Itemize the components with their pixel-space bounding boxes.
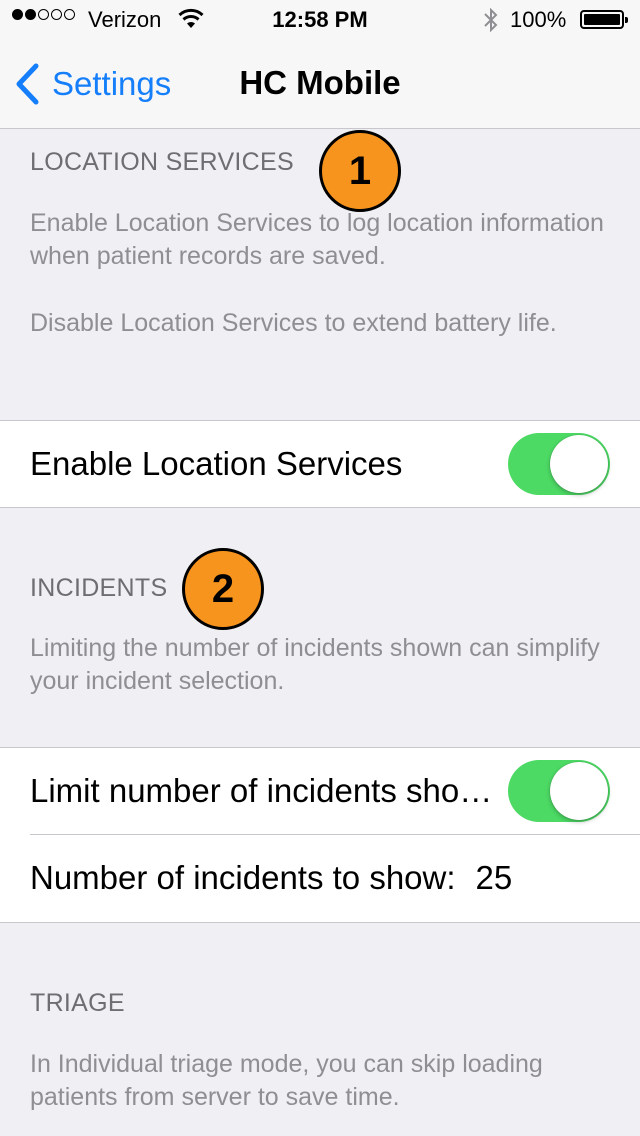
page-title: HC Mobile bbox=[239, 64, 401, 101]
incidents-header: INCIDENTS bbox=[30, 574, 168, 602]
incidents-description: Limiting the number of incidents shown c… bbox=[30, 634, 600, 695]
limit-incidents-toggle[interactable] bbox=[508, 760, 610, 822]
incident-count-label: Number of incidents to show: bbox=[30, 859, 456, 896]
annotation-badge-2: 2 bbox=[182, 548, 264, 630]
enable-location-toggle[interactable] bbox=[508, 433, 610, 495]
status-bar: Verizon 12:58 PM 100% bbox=[0, 0, 640, 40]
incident-count-row: Number of incidents to show: 25 bbox=[30, 835, 512, 921]
annotation-badge-1: 1 bbox=[319, 130, 401, 212]
location-description: Enable Location Services to log location… bbox=[30, 209, 604, 270]
location-services-header: LOCATION SERVICES bbox=[30, 148, 294, 176]
enable-location-cell: Enable Location Services bbox=[0, 421, 640, 507]
incidents-group: Limit number of incidents shown Number o… bbox=[0, 747, 640, 923]
limit-incidents-label: Limit number of incidents shown bbox=[30, 772, 500, 809]
battery-icon bbox=[580, 10, 628, 29]
top-bar: Verizon 12:58 PM 100% Settings HC Mobile bbox=[0, 0, 640, 129]
incident-count-value[interactable]: 25 bbox=[476, 859, 513, 896]
triage-header: TRIAGE bbox=[30, 989, 125, 1017]
location-battery-note: Disable Location Services to extend batt… bbox=[30, 309, 557, 337]
limit-incidents-cell: Limit number of incidents shown bbox=[0, 748, 640, 834]
toggle-knob bbox=[550, 762, 608, 820]
bluetooth-icon bbox=[484, 7, 498, 33]
navigation-bar: Settings HC Mobile bbox=[0, 40, 640, 128]
enable-location-label: Enable Location Services bbox=[30, 445, 403, 482]
battery-percentage: 100% bbox=[510, 7, 567, 32]
toggle-knob bbox=[550, 435, 608, 493]
location-services-group: Enable Location Services bbox=[0, 420, 640, 508]
triage-description: In Individual triage mode, you can skip … bbox=[30, 1050, 543, 1111]
incident-count-cell[interactable]: Number of incidents to show: 25 bbox=[0, 835, 640, 921]
